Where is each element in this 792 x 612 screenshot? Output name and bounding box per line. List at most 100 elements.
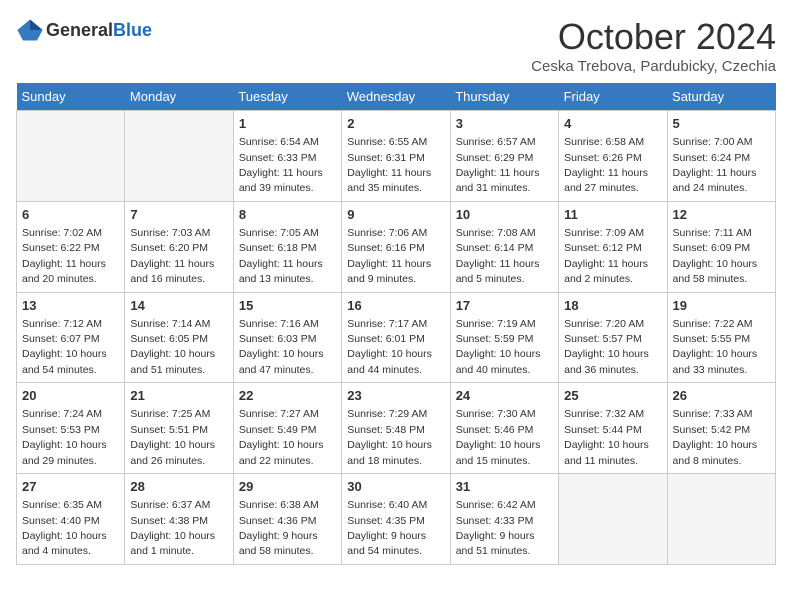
calendar-cell: 7 Sunrise: 7:03 AM Sunset: 6:20 PM Daylig… — [125, 201, 233, 292]
day-number: 14 — [130, 297, 227, 315]
day-info: Sunrise: 6:42 AM Sunset: 4:33 PM Dayligh… — [456, 499, 536, 557]
title-block: October 2024 Ceska Trebova, Pardubicky, … — [531, 16, 776, 75]
day-number: 28 — [130, 478, 227, 496]
weekday-header-row: SundayMondayTuesdayWednesdayThursdayFrid… — [17, 83, 776, 111]
calendar-cell: 22Sunrise: 7:27 AM Sunset: 5:49 PM Dayli… — [233, 383, 341, 474]
calendar-cell: 14 Sunrise: 7:14 AM Sunset: 6:05 PM Dayli… — [125, 292, 233, 383]
day-info: Sunrise: 7:02 AM Sunset: 6:22 PM Dayligh… — [22, 227, 106, 285]
day-number: 17 — [456, 297, 553, 315]
day-info: Sunrise: 6:58 AM Sunset: 6:26 PM Dayligh… — [564, 136, 648, 194]
day-info: Sunrise: 7:08 AM Sunset: 6:14 PM Dayligh… — [456, 227, 540, 285]
day-info: Sunrise: 6:54 AM Sunset: 6:33 PM Dayligh… — [239, 136, 323, 194]
day-number: 13 — [22, 297, 119, 315]
logo-text-blue: Blue — [113, 20, 152, 40]
day-info: Sunrise: 7:11 AM Sunset: 6:09 PM Dayligh… — [673, 227, 758, 285]
calendar-cell: 15Sunrise: 7:16 AM Sunset: 6:03 PM Dayli… — [233, 292, 341, 383]
calendar-cell: 11 Sunrise: 7:09 AM Sunset: 6:12 PM Dayli… — [559, 201, 667, 292]
calendar-cell: 9 Sunrise: 7:06 AM Sunset: 6:16 PM Daylig… — [342, 201, 450, 292]
day-number: 9 — [347, 206, 444, 224]
calendar-cell: 13 Sunrise: 7:12 AM Sunset: 6:07 PM Dayli… — [17, 292, 125, 383]
day-number: 27 — [22, 478, 119, 496]
calendar-cell: 24Sunrise: 7:30 AM Sunset: 5:46 PM Dayli… — [450, 383, 558, 474]
day-info: Sunrise: 6:57 AM Sunset: 6:29 PM Dayligh… — [456, 136, 540, 194]
day-number: 20 — [22, 387, 119, 405]
day-number: 23 — [347, 387, 444, 405]
calendar-week-5: 27 Sunrise: 6:35 AM Sunset: 4:40 PM Dayli… — [17, 474, 776, 565]
day-number: 25 — [564, 387, 661, 405]
calendar-cell: 8 Sunrise: 7:05 AM Sunset: 6:18 PM Daylig… — [233, 201, 341, 292]
weekday-header-saturday: Saturday — [667, 83, 775, 111]
calendar-table: SundayMondayTuesdayWednesdayThursdayFrid… — [16, 83, 776, 565]
day-info: Sunrise: 7:12 AM Sunset: 6:07 PM Dayligh… — [22, 318, 107, 376]
calendar-week-3: 13 Sunrise: 7:12 AM Sunset: 6:07 PM Dayli… — [17, 292, 776, 383]
day-number: 11 — [564, 206, 661, 224]
day-number: 26 — [673, 387, 770, 405]
day-info: Sunrise: 7:30 AM Sunset: 5:46 PM Dayligh… — [456, 408, 541, 466]
day-number: 15 — [239, 297, 336, 315]
calendar-cell: 26 Sunrise: 7:33 AM Sunset: 5:42 PM Dayli… — [667, 383, 775, 474]
calendar-cell — [667, 474, 775, 565]
location-subtitle: Ceska Trebova, Pardubicky, Czechia — [531, 58, 776, 75]
day-info: Sunrise: 7:29 AM Sunset: 5:48 PM Dayligh… — [347, 408, 432, 466]
day-info: Sunrise: 6:38 AM Sunset: 4:36 PM Dayligh… — [239, 499, 319, 557]
calendar-cell: 25 Sunrise: 7:32 AM Sunset: 5:44 PM Dayli… — [559, 383, 667, 474]
weekday-header-wednesday: Wednesday — [342, 83, 450, 111]
calendar-header: SundayMondayTuesdayWednesdayThursdayFrid… — [17, 83, 776, 111]
calendar-cell: 6Sunrise: 7:02 AM Sunset: 6:22 PM Daylig… — [17, 201, 125, 292]
day-info: Sunrise: 6:40 AM Sunset: 4:35 PM Dayligh… — [347, 499, 427, 557]
day-info: Sunrise: 6:37 AM Sunset: 4:38 PM Dayligh… — [130, 499, 215, 557]
logo-icon — [16, 16, 44, 44]
day-number: 19 — [673, 297, 770, 315]
day-number: 31 — [456, 478, 553, 496]
day-info: Sunrise: 7:03 AM Sunset: 6:20 PM Dayligh… — [130, 227, 214, 285]
day-info: Sunrise: 7:27 AM Sunset: 5:49 PM Dayligh… — [239, 408, 324, 466]
day-number: 7 — [130, 206, 227, 224]
calendar-cell: 30 Sunrise: 6:40 AM Sunset: 4:35 PM Dayli… — [342, 474, 450, 565]
day-number: 2 — [347, 115, 444, 133]
logo: GeneralBlue — [16, 16, 152, 44]
day-info: Sunrise: 7:09 AM Sunset: 6:12 PM Dayligh… — [564, 227, 648, 285]
day-number: 12 — [673, 206, 770, 224]
day-number: 29 — [239, 478, 336, 496]
calendar-body: 1 Sunrise: 6:54 AM Sunset: 6:33 PM Daylig… — [17, 111, 776, 565]
weekday-header-monday: Monday — [125, 83, 233, 111]
day-info: Sunrise: 7:24 AM Sunset: 5:53 PM Dayligh… — [22, 408, 107, 466]
calendar-cell: 18Sunrise: 7:20 AM Sunset: 5:57 PM Dayli… — [559, 292, 667, 383]
day-number: 21 — [130, 387, 227, 405]
calendar-cell: 12 Sunrise: 7:11 AM Sunset: 6:09 PM Dayli… — [667, 201, 775, 292]
calendar-cell: 1 Sunrise: 6:54 AM Sunset: 6:33 PM Daylig… — [233, 111, 341, 202]
calendar-cell: 19Sunrise: 7:22 AM Sunset: 5:55 PM Dayli… — [667, 292, 775, 383]
calendar-cell: 31 Sunrise: 6:42 AM Sunset: 4:33 PM Dayli… — [450, 474, 558, 565]
weekday-header-thursday: Thursday — [450, 83, 558, 111]
calendar-cell — [125, 111, 233, 202]
calendar-cell: 4 Sunrise: 6:58 AM Sunset: 6:26 PM Daylig… — [559, 111, 667, 202]
day-info: Sunrise: 7:19 AM Sunset: 5:59 PM Dayligh… — [456, 318, 541, 376]
calendar-cell — [559, 474, 667, 565]
calendar-cell: 20 Sunrise: 7:24 AM Sunset: 5:53 PM Dayli… — [17, 383, 125, 474]
calendar-cell: 10 Sunrise: 7:08 AM Sunset: 6:14 PM Dayli… — [450, 201, 558, 292]
day-info: Sunrise: 7:05 AM Sunset: 6:18 PM Dayligh… — [239, 227, 323, 285]
weekday-header-sunday: Sunday — [17, 83, 125, 111]
day-number: 30 — [347, 478, 444, 496]
day-info: Sunrise: 7:14 AM Sunset: 6:05 PM Dayligh… — [130, 318, 215, 376]
day-info: Sunrise: 7:25 AM Sunset: 5:51 PM Dayligh… — [130, 408, 215, 466]
day-number: 10 — [456, 206, 553, 224]
month-title: October 2024 — [531, 16, 776, 58]
day-number: 18 — [564, 297, 661, 315]
calendar-cell: 23 Sunrise: 7:29 AM Sunset: 5:48 PM Dayli… — [342, 383, 450, 474]
day-number: 8 — [239, 206, 336, 224]
calendar-week-1: 1 Sunrise: 6:54 AM Sunset: 6:33 PM Daylig… — [17, 111, 776, 202]
calendar-cell: 3Sunrise: 6:57 AM Sunset: 6:29 PM Daylig… — [450, 111, 558, 202]
calendar-cell: 21 Sunrise: 7:25 AM Sunset: 5:51 PM Dayli… — [125, 383, 233, 474]
day-info: Sunrise: 6:55 AM Sunset: 6:31 PM Dayligh… — [347, 136, 431, 194]
day-number: 5 — [673, 115, 770, 133]
calendar-week-4: 20 Sunrise: 7:24 AM Sunset: 5:53 PM Dayli… — [17, 383, 776, 474]
day-info: Sunrise: 6:35 AM Sunset: 4:40 PM Dayligh… — [22, 499, 107, 557]
calendar-cell: 17 Sunrise: 7:19 AM Sunset: 5:59 PM Dayli… — [450, 292, 558, 383]
day-number: 4 — [564, 115, 661, 133]
day-number: 1 — [239, 115, 336, 133]
day-info: Sunrise: 7:06 AM Sunset: 6:16 PM Dayligh… — [347, 227, 431, 285]
day-info: Sunrise: 7:33 AM Sunset: 5:42 PM Dayligh… — [673, 408, 758, 466]
day-info: Sunrise: 7:32 AM Sunset: 5:44 PM Dayligh… — [564, 408, 649, 466]
page-header: GeneralBlue October 2024 Ceska Trebova, … — [16, 16, 776, 75]
